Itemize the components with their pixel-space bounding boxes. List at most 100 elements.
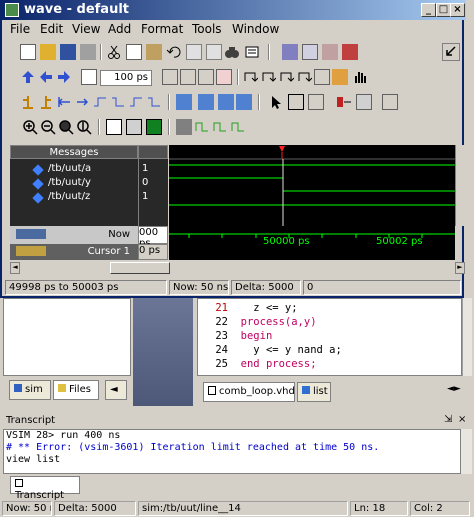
zoom-full-icon[interactable] [58, 119, 74, 135]
close-button[interactable]: × [450, 3, 465, 17]
wave-height-icon[interactable] [146, 119, 162, 135]
tab-scroll-arrows[interactable]: ◄► [447, 384, 461, 394]
tab-files[interactable]: Files [53, 380, 99, 400]
hand-icon[interactable] [352, 69, 368, 85]
cut-icon[interactable] [106, 44, 122, 60]
step-icon[interactable] [242, 69, 258, 85]
tab-list[interactable]: list [297, 382, 331, 402]
dock-icon[interactable] [176, 119, 192, 135]
menu-view[interactable]: View [72, 22, 100, 36]
zoom-mode-icon[interactable] [288, 94, 304, 110]
next-edge-icon[interactable] [74, 94, 90, 110]
performance-icon[interactable] [332, 69, 348, 85]
signal-names-pane[interactable]: /tb/uut/a /tb/uut/y /tb/uut/z [10, 159, 138, 226]
menu-window[interactable]: Window [232, 22, 279, 36]
menu-add[interactable]: Add [108, 22, 131, 36]
scroll-thumb[interactable] [110, 262, 170, 274]
wave-display-icon-2[interactable] [212, 119, 228, 135]
signal-row[interactable]: /tb/uut/z [10, 191, 138, 205]
menu-file[interactable]: File [10, 22, 30, 36]
signal-values-pane[interactable]: 1 0 1 [138, 159, 168, 226]
minimize-button[interactable]: _ [421, 3, 436, 17]
expand-icon[interactable] [236, 94, 252, 110]
zoom-cursor-icon[interactable] [76, 119, 92, 135]
now-toolbar-icon[interactable] [16, 229, 46, 239]
restart-icon[interactable] [314, 69, 330, 85]
wave-color-icon[interactable] [126, 119, 142, 135]
continue-icon[interactable] [180, 69, 196, 85]
find-falling-edge-icon[interactable] [128, 94, 144, 110]
step-out-icon[interactable] [278, 69, 294, 85]
wave-vertical-scrollbar[interactable] [455, 145, 465, 226]
close-icon[interactable]: × [458, 414, 466, 425]
wave-compare-icon[interactable] [382, 94, 398, 110]
save-icon[interactable] [60, 44, 76, 60]
scroll-left-icon[interactable]: ◄ [10, 262, 20, 274]
step-back-icon[interactable] [296, 69, 312, 85]
scroll-right-icon[interactable]: ► [455, 262, 465, 274]
find-next-transition-icon[interactable] [110, 94, 126, 110]
cursor-lock-icon[interactable] [16, 246, 46, 256]
arrow-right-icon[interactable] [56, 69, 72, 85]
insert-divider-icon[interactable] [176, 94, 192, 110]
workspace-panel[interactable] [3, 298, 131, 376]
undock-window-icon[interactable] [442, 43, 460, 61]
find-rising-edge-icon[interactable] [146, 94, 162, 110]
ungroup-icon[interactable] [218, 94, 234, 110]
edit-mode-icon[interactable] [308, 94, 324, 110]
find-next-icon[interactable] [244, 44, 260, 60]
menu-tools[interactable]: Tools [192, 22, 222, 36]
new-file-icon[interactable] [20, 44, 36, 60]
wave-format-icon[interactable] [106, 119, 122, 135]
wave-title-bar[interactable]: wave - default _ □ × [2, 0, 466, 20]
zoom-out-icon[interactable] [40, 119, 56, 135]
cursor-marker-icon[interactable] [279, 146, 285, 152]
dataflow-icon[interactable] [356, 94, 372, 110]
run-length-input[interactable]: 100 ps [100, 70, 152, 86]
break-sim-icon[interactable] [216, 69, 232, 85]
transcript-console[interactable]: VSIM 28> run 400 ns # ** Error: (vsim-36… [3, 429, 461, 474]
waveform-pane[interactable] [169, 145, 455, 226]
zoom-in-icon[interactable] [22, 119, 38, 135]
tab-comb-loop[interactable]: comb_loop.vhd * [203, 382, 303, 402]
wave-horizontal-scrollbar[interactable]: ◄ ► [10, 262, 465, 274]
wave-display-icon-1[interactable] [194, 119, 210, 135]
select-mode-icon[interactable] [268, 94, 284, 110]
transcript-scrollbar[interactable] [461, 429, 472, 474]
show-drivers-icon[interactable] [336, 94, 352, 110]
tab-sim[interactable]: sim [9, 380, 51, 400]
add-cursor-icon[interactable] [20, 94, 36, 110]
object-pane[interactable] [133, 298, 193, 406]
print-icon[interactable] [80, 44, 96, 60]
editor-scrollbar[interactable] [462, 298, 472, 376]
paste-icon[interactable] [146, 44, 162, 60]
simulate-icon[interactable] [302, 44, 318, 60]
run-length-icon[interactable] [81, 69, 97, 85]
wave-display-icon-3[interactable] [230, 119, 246, 135]
menu-edit[interactable]: Edit [40, 22, 63, 36]
step-over-icon[interactable] [260, 69, 276, 85]
find-icon[interactable] [224, 44, 240, 60]
menu-format[interactable]: Format [141, 22, 183, 36]
arrow-left-icon[interactable] [38, 69, 54, 85]
arrow-up-icon[interactable] [20, 69, 36, 85]
run-all-icon[interactable] [198, 69, 214, 85]
run-icon[interactable] [162, 69, 178, 85]
delete-icon[interactable] [206, 44, 222, 60]
signal-row[interactable]: /tb/uut/a [10, 163, 138, 177]
maximize-button[interactable]: □ [436, 3, 451, 17]
clipboard-icon[interactable] [186, 44, 202, 60]
time-axis[interactable]: 50000 ps 50002 ps [169, 226, 455, 260]
undock-icon[interactable]: ⇲ [444, 414, 452, 425]
tab-transcript[interactable]: Transcript [10, 476, 80, 501]
tab-more[interactable]: ◄ [105, 380, 127, 400]
break-icon[interactable] [322, 44, 338, 60]
find-prev-transition-icon[interactable] [92, 94, 108, 110]
source-editor[interactable]: 21 z <= y; 22 process(a,y) 23 begin 24 y… [197, 298, 462, 376]
stop-icon[interactable] [342, 44, 358, 60]
prev-edge-icon[interactable] [56, 94, 72, 110]
copy-icon[interactable] [126, 44, 142, 60]
signal-row[interactable]: /tb/uut/y [10, 177, 138, 191]
compile-icon[interactable] [282, 44, 298, 60]
open-folder-icon[interactable] [40, 44, 56, 60]
